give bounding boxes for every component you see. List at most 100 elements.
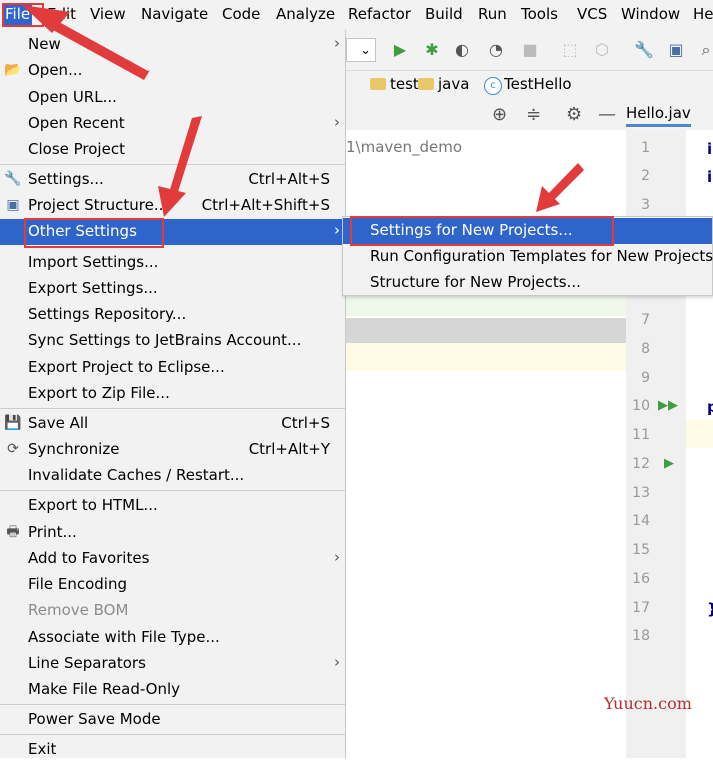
gear-icon[interactable]: ⚙ <box>566 104 582 125</box>
menu-separator <box>0 704 345 705</box>
menu-item-add-favorites[interactable]: Add to Favorites › <box>0 546 345 572</box>
line-number: 7 <box>641 312 650 328</box>
wrench-icon[interactable]: 🔧 <box>634 40 654 60</box>
menu-view[interactable]: View <box>90 5 126 23</box>
chevron-right-icon: › <box>334 221 340 239</box>
line-number: 2 <box>641 168 650 184</box>
menu-item-file-encoding[interactable]: File Encoding <box>0 572 345 598</box>
menu-help[interactable]: He <box>693 5 713 23</box>
line-number: 12 <box>632 456 650 472</box>
menu-item-associate-file-type[interactable]: Associate with File Type... <box>0 625 345 651</box>
line-number: 18 <box>632 628 650 644</box>
current-line-highlight <box>686 420 713 448</box>
project-path: 1\maven_demo <box>346 138 463 156</box>
stop-icon[interactable]: ■ <box>520 40 540 60</box>
class-icon: c <box>484 77 502 95</box>
profile-icon[interactable]: ◔ <box>486 40 506 60</box>
locate-icon[interactable]: ⊕ <box>492 104 507 125</box>
breadcrumb-test[interactable]: test <box>370 75 419 93</box>
search-icon[interactable]: ⌕ <box>696 40 713 60</box>
minimize-icon[interactable]: — <box>598 104 616 125</box>
menu-item-export-settings[interactable]: Export Settings... <box>0 276 345 302</box>
run-class-icon[interactable]: ▶▶ <box>658 398 678 413</box>
menu-item-import-settings[interactable]: Import Settings... <box>0 250 345 276</box>
chevron-right-icon: › <box>334 548 340 566</box>
project-panel-toolbar: ⊕ ≑ ⚙ — <box>346 98 626 131</box>
line-number: 10 <box>632 398 650 414</box>
watermark: Yuucn.com <box>604 694 692 713</box>
line-number: 3 <box>641 197 650 213</box>
menu-item-make-read-only[interactable]: Make File Read-Only <box>0 677 345 703</box>
menu-item-export-eclipse[interactable]: Export Project to Eclipse... <box>0 355 345 381</box>
menu-item-settings-repository[interactable]: Settings Repository... <box>0 302 345 328</box>
menu-run[interactable]: Run <box>478 5 507 23</box>
menu-item-print[interactable]: 🖶 Print... <box>0 520 345 546</box>
menu-item-settings[interactable]: 🔧 Settings... Ctrl+Alt+S <box>0 167 345 193</box>
menu-item-remove-bom: Remove BOM <box>28 601 129 619</box>
tree-row[interactable] <box>346 296 626 316</box>
chevron-down-icon: ⌄ <box>360 43 371 58</box>
update-icon[interactable]: ⬚ <box>560 40 580 60</box>
line-number: 15 <box>632 542 650 558</box>
menu-item-open[interactable]: 📂 Open... <box>0 58 345 84</box>
line-number: 16 <box>632 571 650 587</box>
line-number: 14 <box>632 513 650 529</box>
line-number: 13 <box>632 485 650 501</box>
editor-tab[interactable]: Hello.jav <box>626 98 713 131</box>
line-number: 9 <box>641 370 650 386</box>
build-artifact-icon[interactable]: ⬡ <box>592 40 612 60</box>
folder-open-icon: 📂 <box>4 62 22 78</box>
save-icon: 💾 <box>4 415 22 431</box>
code-fragment: i <box>707 140 713 158</box>
menu-separator <box>0 164 345 165</box>
menu-item-new[interactable]: New › <box>0 32 345 58</box>
run-method-icon[interactable]: ▶ <box>664 456 674 471</box>
menu-item-save-all[interactable]: 💾 Save All Ctrl+S <box>0 411 345 437</box>
main-toolbar: ⌄ ▶ ✱ ◐ ◔ ■ ⬚ ⬡ 🔧 ▣ ⌕ <box>346 30 713 70</box>
sync-icon: ⟳ <box>7 441 19 457</box>
menu-item-export-html[interactable]: Export to HTML... <box>0 493 345 519</box>
menu-item-invalidate-caches[interactable]: Invalidate Caches / Restart... <box>0 463 345 489</box>
chevron-right-icon: › <box>334 34 340 52</box>
project-structure-icon[interactable]: ▣ <box>666 40 686 60</box>
debug-icon[interactable]: ✱ <box>422 40 442 60</box>
menu-analyze[interactable]: Analyze <box>276 5 335 23</box>
breadcrumb-java[interactable]: java <box>418 75 469 93</box>
run-icon[interactable]: ▶ <box>390 40 410 60</box>
menu-item-export-zip[interactable]: Export to Zip File... <box>0 381 345 407</box>
menu-tools[interactable]: Tools <box>521 5 558 23</box>
collapse-icon[interactable]: ≑ <box>526 104 541 125</box>
menu-item-synchronize[interactable]: ⟳ Synchronize Ctrl+Alt+Y <box>0 437 345 463</box>
menu-edit[interactable]: Edit <box>47 5 76 23</box>
menu-separator <box>0 490 345 491</box>
menu-build[interactable]: Build <box>425 5 463 23</box>
print-icon: 🖶 <box>6 524 20 540</box>
menu-item-open-url[interactable]: Open URL... <box>0 85 345 111</box>
menu-item-project-structure[interactable]: ▣ Project Structure... Ctrl+Alt+Shift+S <box>0 193 345 219</box>
submenu-item-structure-new-projects[interactable]: Structure for New Projects... <box>343 270 712 296</box>
tree-row-selected[interactable] <box>346 318 626 343</box>
run-config-dropdown[interactable]: ⌄ <box>346 38 376 62</box>
menu-separator <box>0 734 345 735</box>
submenu-item-run-config-templates[interactable]: Run Configuration Templates for New Proj… <box>343 244 713 270</box>
coverage-icon[interactable]: ◐ <box>452 40 472 60</box>
code-fragment: i <box>707 168 713 186</box>
menu-refactor[interactable]: Refactor <box>348 5 411 23</box>
menu-item-power-save[interactable]: Power Save Mode <box>0 707 345 733</box>
chevron-right-icon: › <box>334 653 340 671</box>
menu-item-sync-settings[interactable]: Sync Settings to JetBrains Account... <box>0 328 345 354</box>
menu-item-open-recent[interactable]: Open Recent › <box>0 111 345 137</box>
breadcrumb-testhello[interactable]: c TestHello <box>484 75 572 95</box>
menu-vcs[interactable]: VCS <box>577 5 607 23</box>
highlight-box-settings-new-projects <box>350 216 614 246</box>
tree-row[interactable] <box>346 343 626 371</box>
menu-code[interactable]: Code <box>222 5 260 23</box>
menu-bar: File Edit View Navigate Code Analyze Ref… <box>0 0 713 30</box>
menu-item-line-separators[interactable]: Line Separators › <box>0 651 345 677</box>
chevron-right-icon: › <box>334 113 340 131</box>
menu-navigate[interactable]: Navigate <box>141 5 208 23</box>
menu-window[interactable]: Window <box>621 5 680 23</box>
menu-item-close-project[interactable]: Close Project <box>0 137 345 163</box>
menu-item-exit[interactable]: Exit <box>0 737 345 763</box>
folder-icon <box>370 78 386 90</box>
